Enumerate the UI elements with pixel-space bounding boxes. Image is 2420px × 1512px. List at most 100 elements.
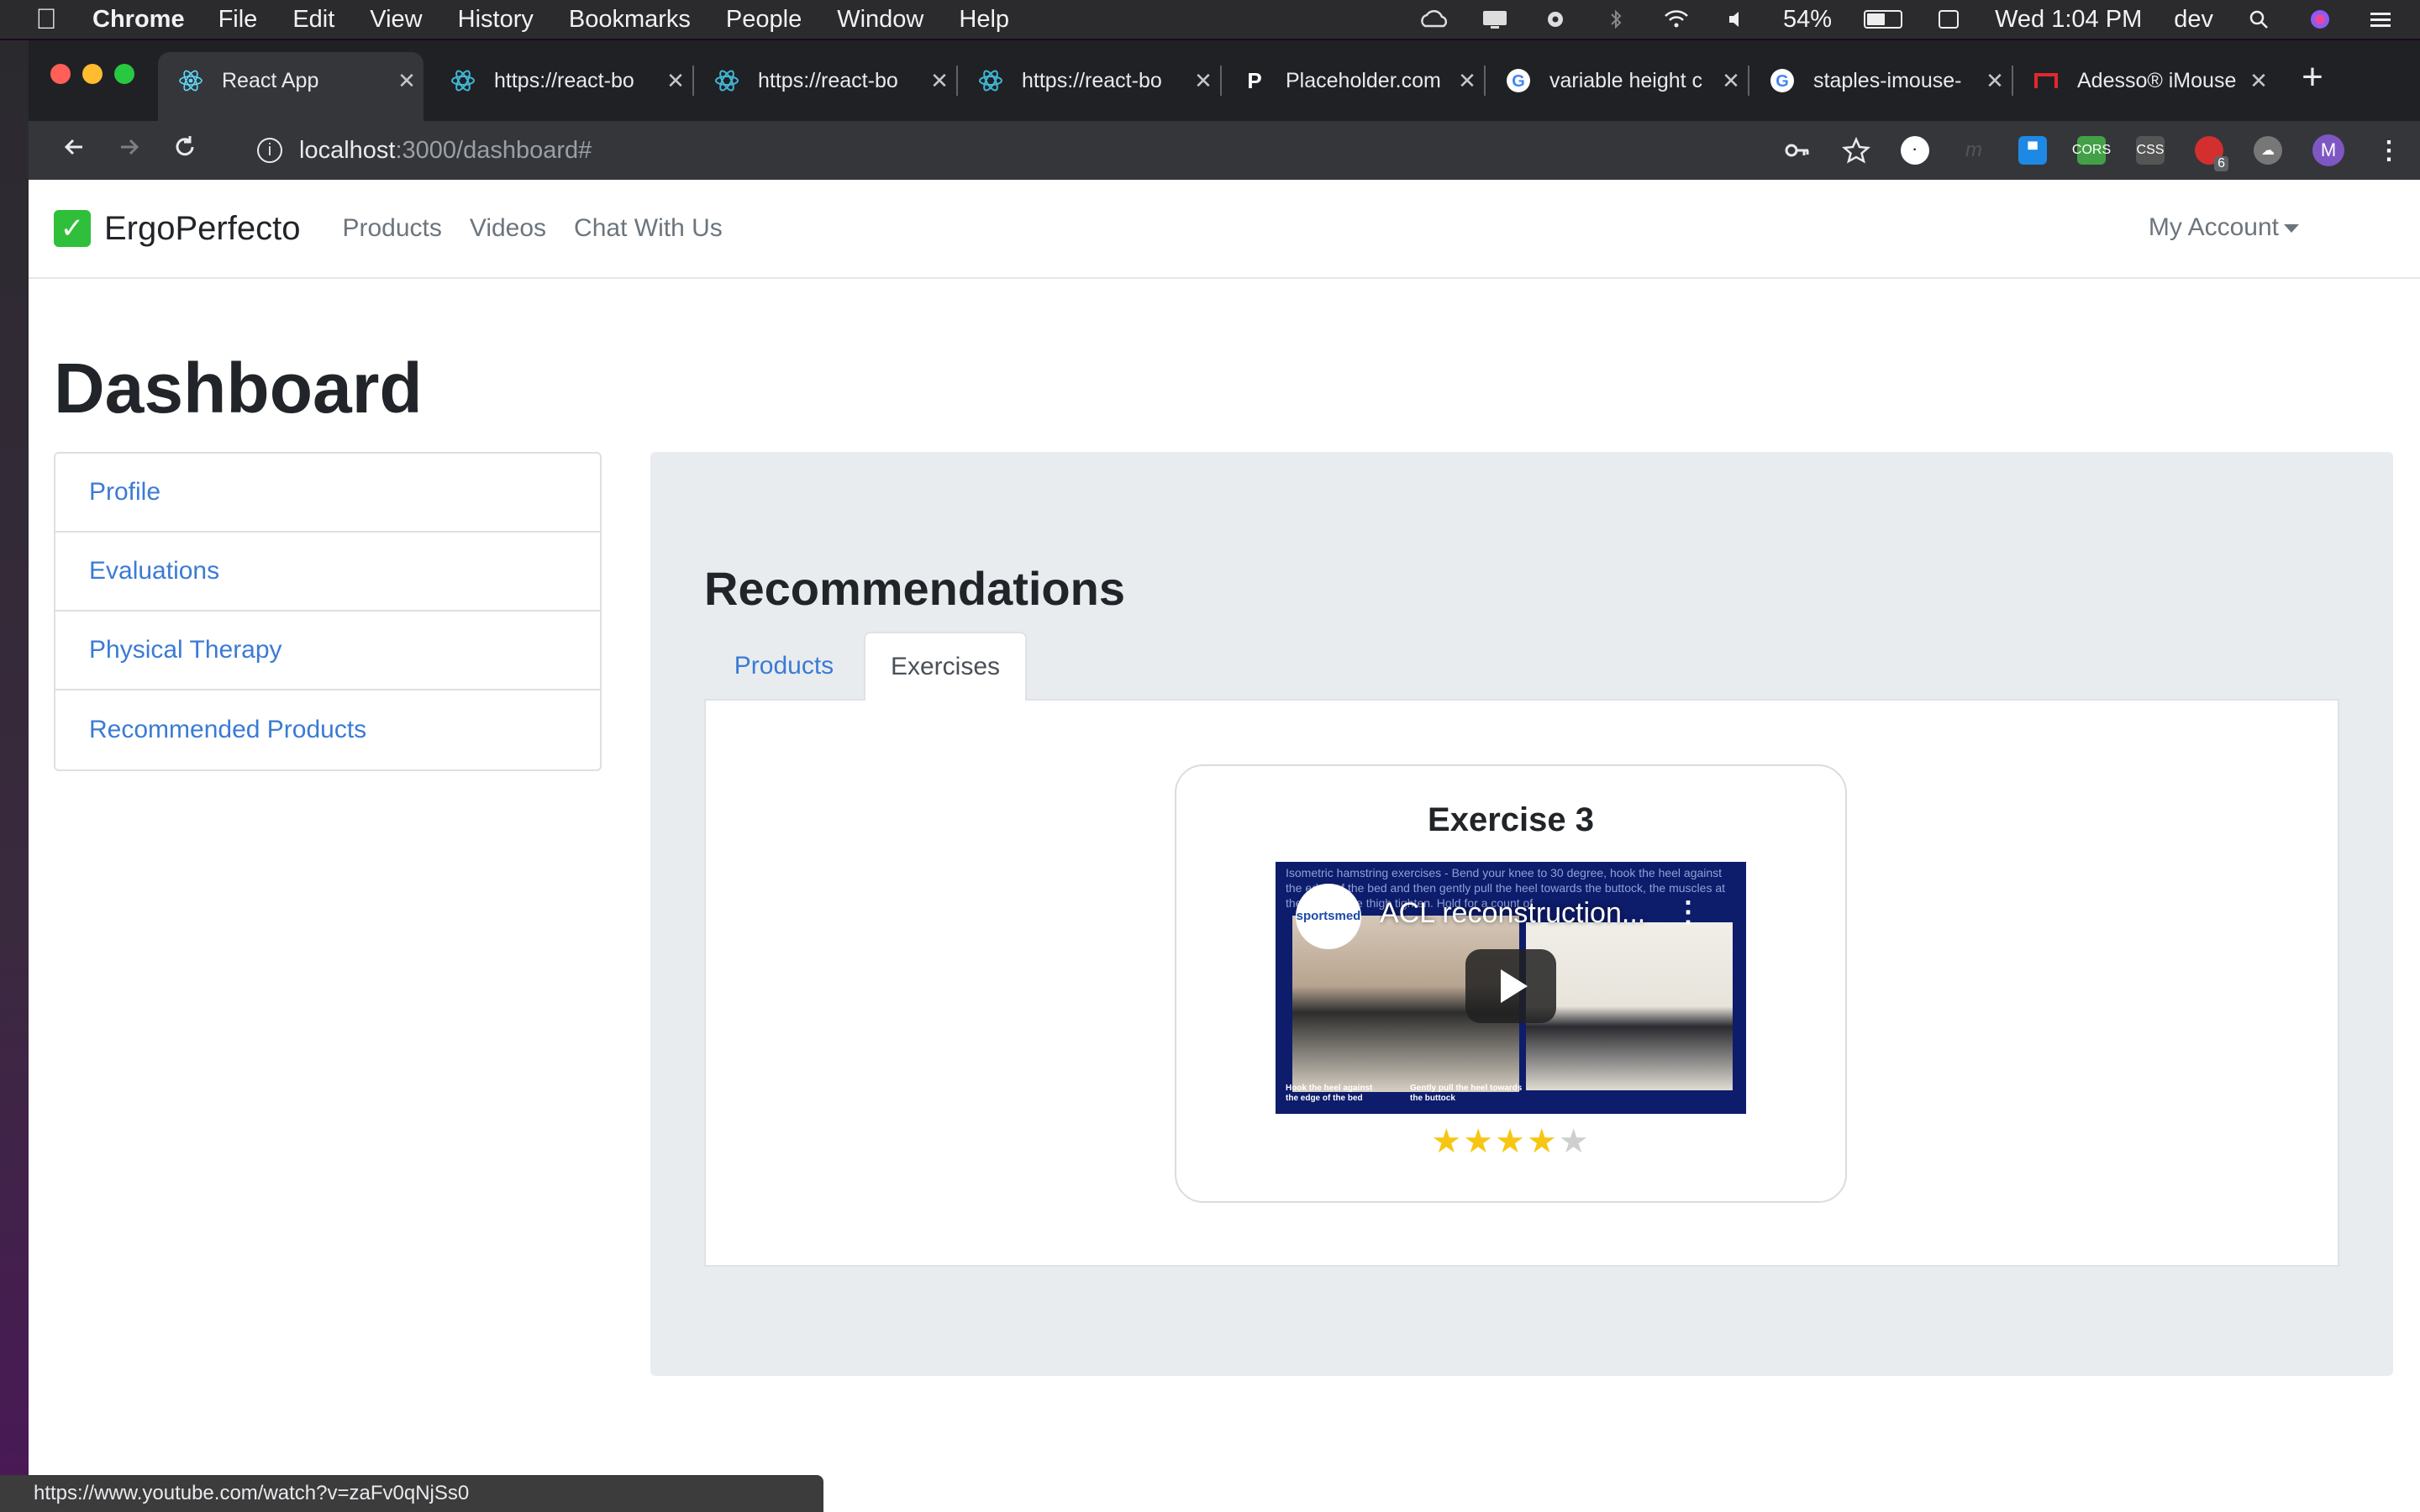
menu-app-chrome[interactable]: Chrome bbox=[92, 6, 185, 34]
brand-link[interactable]: ✓ ErgoPerfecto bbox=[54, 210, 300, 248]
video-title[interactable]: ACL reconstruction... bbox=[1380, 897, 1691, 930]
battery-icon[interactable] bbox=[1864, 10, 1903, 29]
extension-window-icon[interactable]: ▀ bbox=[2018, 136, 2047, 165]
reload-icon[interactable] bbox=[168, 134, 202, 167]
tab-close-icon[interactable]: ✕ bbox=[923, 68, 956, 94]
new-tab-button[interactable]: + bbox=[2289, 54, 2336, 101]
window-zoom-button[interactable] bbox=[114, 64, 134, 84]
tab-strip: React App ✕ https://react-bo ✕ https://r… bbox=[29, 40, 2420, 121]
volume-icon[interactable] bbox=[1723, 8, 1751, 31]
menu-help[interactable]: Help bbox=[959, 6, 1009, 34]
back-arrow-icon[interactable] bbox=[57, 134, 91, 167]
keyboard-input-icon[interactable] bbox=[1934, 8, 1963, 31]
tab-close-icon[interactable]: ✕ bbox=[1186, 68, 1220, 94]
sidebar-item-recommended-products[interactable]: Recommended Products bbox=[55, 690, 600, 769]
nav-videos[interactable]: Videos bbox=[470, 214, 546, 243]
extension-gear-icon[interactable] bbox=[1541, 8, 1570, 31]
tab-close-icon[interactable]: ✕ bbox=[1978, 68, 2012, 94]
browser-tab-google-staples[interactable]: G staples-imouse- ✕ bbox=[1749, 52, 2012, 109]
browser-tab-react-app[interactable]: React App ✕ bbox=[158, 52, 424, 121]
address-bar[interactable]: i localhost:3000/dashboard# bbox=[222, 126, 1760, 175]
extension-cloud-icon[interactable]: ☁ bbox=[2254, 136, 2282, 165]
video-more-icon[interactable]: ⋮ bbox=[1674, 895, 1702, 929]
react-icon bbox=[178, 68, 203, 93]
tab-exercises[interactable]: Exercises bbox=[864, 632, 1027, 702]
menu-window[interactable]: Window bbox=[837, 6, 923, 34]
tab-label: React App bbox=[222, 68, 319, 92]
tab-close-icon[interactable]: ✕ bbox=[390, 68, 424, 94]
adesso-icon bbox=[2033, 68, 2059, 93]
my-account-dropdown[interactable]: My Account bbox=[2149, 213, 2299, 242]
chrome-menu-icon[interactable]: ⋮ bbox=[2375, 136, 2403, 165]
creative-cloud-icon[interactable] bbox=[1420, 8, 1449, 31]
web-page: ✓ ErgoPerfecto Products Videos Chat With… bbox=[29, 180, 2420, 1512]
tab-close-icon[interactable]: ✕ bbox=[2242, 68, 2275, 94]
forward-arrow-icon[interactable] bbox=[113, 134, 146, 167]
google-icon: G bbox=[1506, 68, 1531, 93]
tab-label: Placeholder.com bbox=[1286, 68, 1441, 92]
wifi-icon[interactable] bbox=[1662, 8, 1691, 31]
exercises-tab-pane: Exercise 3 Isometric hamstring exercises… bbox=[704, 701, 2339, 1267]
status-url: https://www.youtube.com/watch?v=zaFv0qNj… bbox=[34, 1482, 470, 1504]
svg-text:G: G bbox=[1512, 72, 1525, 91]
menu-edit[interactable]: Edit bbox=[292, 6, 334, 34]
tab-products[interactable]: Products bbox=[704, 632, 864, 701]
star-filled-icon: ★ bbox=[1431, 1123, 1464, 1160]
tab-close-icon[interactable]: ✕ bbox=[1450, 68, 1484, 94]
browser-tab-adesso[interactable]: Adesso® iMouse ✕ bbox=[2013, 52, 2275, 109]
star-rating: ★★★★★ bbox=[1176, 1122, 1845, 1161]
browser-tab-react-bootstrap-1[interactable]: https://react-bo ✕ bbox=[430, 52, 692, 109]
channel-logo[interactable]: sportsmed bbox=[1296, 884, 1361, 949]
notification-center-icon[interactable] bbox=[2366, 8, 2395, 31]
youtube-video-embed[interactable]: Isometric hamstring exercises - Bend you… bbox=[1276, 862, 1746, 1114]
tab-close-icon[interactable]: ✕ bbox=[1714, 68, 1748, 94]
spotlight-search-icon[interactable] bbox=[2245, 8, 2274, 31]
menubar-user[interactable]: dev bbox=[2174, 6, 2213, 34]
recommendation-tabs: Products Exercises bbox=[704, 632, 2339, 702]
site-info-icon[interactable]: i bbox=[257, 138, 282, 163]
tab-close-icon[interactable]: ✕ bbox=[659, 68, 692, 94]
extension-dark-reader-icon[interactable]: · bbox=[1901, 136, 1929, 165]
star-filled-icon: ★ bbox=[1463, 1123, 1496, 1160]
menu-bookmarks[interactable]: Bookmarks bbox=[569, 6, 691, 34]
browser-tab-placeholder[interactable]: P Placeholder.com ✕ bbox=[1222, 52, 1484, 109]
react-bootstrap-icon bbox=[714, 68, 739, 93]
sidebar-item-profile[interactable]: Profile bbox=[55, 454, 600, 533]
menu-history[interactable]: History bbox=[458, 6, 534, 34]
window-minimize-button[interactable] bbox=[82, 64, 103, 84]
play-button-icon[interactable] bbox=[1465, 949, 1556, 1023]
bookmark-star-icon[interactable] bbox=[1842, 136, 1870, 165]
recommendations-panel: Recommendations Products Exercises Exerc… bbox=[650, 452, 2393, 1376]
browser-tab-react-bootstrap-2[interactable]: https://react-bo ✕ bbox=[694, 52, 956, 109]
tab-label: https://react-bo bbox=[494, 68, 634, 92]
tab-label: variable height c bbox=[1549, 68, 1703, 92]
sidebar-item-physical-therapy[interactable]: Physical Therapy bbox=[55, 612, 600, 690]
nav-products[interactable]: Products bbox=[342, 214, 441, 243]
battery-percent[interactable]: 54% bbox=[1783, 6, 1832, 34]
browser-tab-react-bootstrap-3[interactable]: https://react-bo ✕ bbox=[958, 52, 1220, 109]
account-label: My Account bbox=[2148, 213, 2279, 241]
browser-tab-google-variable-height[interactable]: G variable height c ✕ bbox=[1486, 52, 1748, 109]
extension-notification-icon[interactable]: 6 bbox=[2195, 136, 2228, 171]
react-bootstrap-icon bbox=[978, 68, 1003, 93]
menubar-clock[interactable]: Wed 1:04 PM bbox=[1995, 6, 2142, 34]
apple-icon[interactable]:  bbox=[0, 3, 92, 36]
window-close-button[interactable] bbox=[50, 64, 71, 84]
menu-file[interactable]: File bbox=[218, 6, 258, 34]
nav-chat[interactable]: Chat With Us bbox=[574, 214, 723, 243]
extension-m-icon[interactable]: m bbox=[1960, 136, 1988, 165]
extension-css-icon[interactable]: CSS bbox=[2136, 136, 2165, 165]
menu-people[interactable]: People bbox=[726, 6, 802, 34]
sidebar-item-evaluations[interactable]: Evaluations bbox=[55, 533, 600, 612]
video-thumbnail-photo-right bbox=[1526, 922, 1733, 1090]
profile-avatar[interactable]: M bbox=[2312, 134, 2344, 166]
key-icon[interactable] bbox=[1783, 136, 1812, 165]
display-icon[interactable] bbox=[1481, 8, 1509, 31]
extensions-row: · m ▀ CORS CSS 6 ☁ M ⋮ bbox=[1783, 121, 2403, 180]
bluetooth-icon[interactable] bbox=[1602, 8, 1630, 31]
extension-cors-icon[interactable]: CORS bbox=[2072, 136, 2111, 165]
menu-view[interactable]: View bbox=[370, 6, 422, 34]
star-filled-icon: ★ bbox=[1495, 1123, 1527, 1160]
siri-icon[interactable] bbox=[2306, 8, 2334, 31]
app-navbar: ✓ ErgoPerfecto Products Videos Chat With… bbox=[29, 180, 2420, 279]
